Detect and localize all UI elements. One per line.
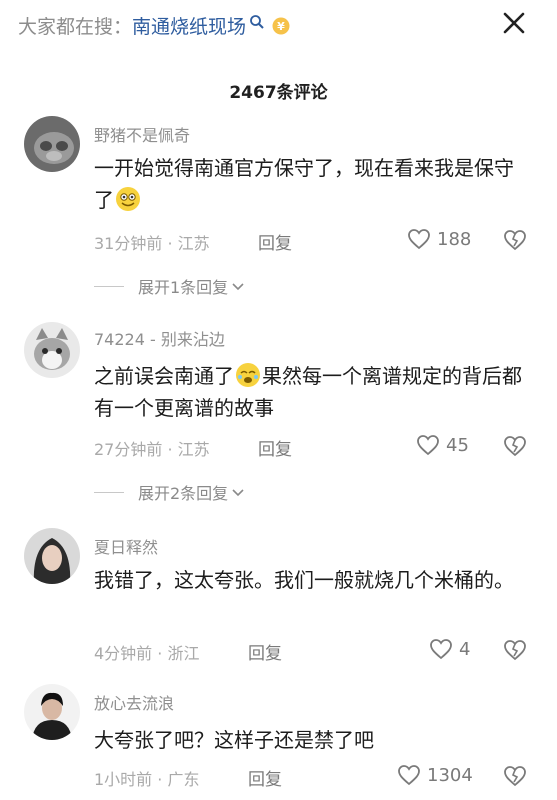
dislike-icon[interactable] bbox=[503, 434, 527, 458]
search-icon bbox=[250, 14, 264, 29]
like-count: 4 bbox=[459, 638, 471, 660]
username[interactable]: 夏日释然 bbox=[94, 534, 158, 558]
heart-icon bbox=[430, 639, 452, 660]
comment-time: 27分钟前 bbox=[94, 440, 163, 459]
avatar[interactable] bbox=[24, 684, 80, 740]
cat-avatar-image bbox=[24, 322, 80, 378]
username[interactable]: 放心去流浪 bbox=[94, 690, 174, 714]
person-avatar-image bbox=[24, 684, 80, 740]
comment-meta: 4分钟前 · 浙江 bbox=[94, 644, 200, 663]
crying-laugh-emoji-icon bbox=[236, 363, 260, 387]
comment-text: 一开始觉得南通官方保守了，现在看来我是保守了 bbox=[94, 156, 514, 212]
dislike-icon[interactable] bbox=[503, 764, 527, 788]
close-icon[interactable] bbox=[499, 8, 529, 38]
divider-line bbox=[94, 491, 124, 493]
like-count: 188 bbox=[437, 228, 472, 250]
search-prefix: 大家都在搜： bbox=[18, 16, 133, 38]
search-suggestion[interactable]: 大家都在搜： 南通烧纸现场 ¥ bbox=[18, 12, 290, 39]
heart-icon bbox=[408, 229, 430, 250]
comment-text: 之前误会南通了 果然每一个离谱规定的背后都有一个更离谱的故事 bbox=[94, 363, 522, 420]
comment-time: 4分钟前 bbox=[94, 644, 153, 663]
reply-button[interactable]: 回复 bbox=[258, 435, 292, 460]
like-button[interactable]: 188 bbox=[407, 228, 471, 250]
avatar[interactable] bbox=[24, 116, 80, 172]
reply-button[interactable]: 回复 bbox=[248, 639, 282, 664]
reply-button[interactable]: 回复 bbox=[248, 765, 282, 790]
reply-button[interactable]: 回复 bbox=[258, 229, 292, 254]
comment-text: 大夸张了吧？这样子还是禁了吧 bbox=[94, 728, 374, 752]
pig-avatar-image bbox=[24, 116, 80, 172]
expand-replies-button[interactable]: 展开2条回复 bbox=[94, 480, 245, 504]
username[interactable]: 74224 - 别来沾边 bbox=[94, 326, 225, 350]
coin-icon: ¥ bbox=[272, 17, 290, 34]
chevron-down-icon bbox=[232, 489, 244, 497]
dislike-icon[interactable] bbox=[503, 638, 527, 662]
comment-count-title: 2467条评论 bbox=[229, 83, 328, 103]
comment-location: 江苏 bbox=[177, 440, 210, 459]
divider-line bbox=[94, 285, 124, 287]
comment-text: 我错了，这太夸张。我们一般就烧几个米桶的。 bbox=[94, 568, 514, 592]
comment-meta: 1小时前 · 广东 bbox=[94, 770, 200, 789]
person-avatar-image bbox=[24, 528, 80, 584]
avatar[interactable] bbox=[24, 528, 80, 584]
like-button[interactable]: 45 bbox=[416, 434, 469, 456]
like-button[interactable]: 4 bbox=[429, 638, 470, 660]
comment-location: 江苏 bbox=[177, 234, 210, 253]
like-button[interactable]: 1304 bbox=[397, 764, 473, 786]
expand-replies-button[interactable]: 展开1条回复 bbox=[94, 274, 245, 298]
like-count: 45 bbox=[446, 434, 469, 456]
chevron-down-icon bbox=[232, 283, 244, 291]
comment-meta: 31分钟前 · 江苏 bbox=[94, 234, 210, 253]
comment-time: 31分钟前 bbox=[94, 234, 163, 253]
svg-text:¥: ¥ bbox=[277, 20, 285, 33]
username[interactable]: 野猪不是佩奇 bbox=[94, 122, 190, 146]
comment-location: 浙江 bbox=[167, 644, 200, 663]
comment-meta: 27分钟前 · 江苏 bbox=[94, 440, 210, 459]
top-bar: 大家都在搜： 南通烧纸现场 ¥ bbox=[0, 0, 557, 52]
like-count: 1304 bbox=[427, 764, 473, 786]
comment-location: 广东 bbox=[167, 770, 200, 789]
avatar[interactable] bbox=[24, 322, 80, 378]
heart-icon bbox=[398, 765, 420, 786]
heart-icon bbox=[417, 435, 439, 456]
comment-time: 1小时前 bbox=[94, 770, 153, 789]
search-keyword-link[interactable]: 南通烧纸现场 bbox=[132, 12, 246, 39]
dislike-icon[interactable] bbox=[503, 228, 527, 252]
grin-emoji-icon bbox=[116, 187, 140, 211]
